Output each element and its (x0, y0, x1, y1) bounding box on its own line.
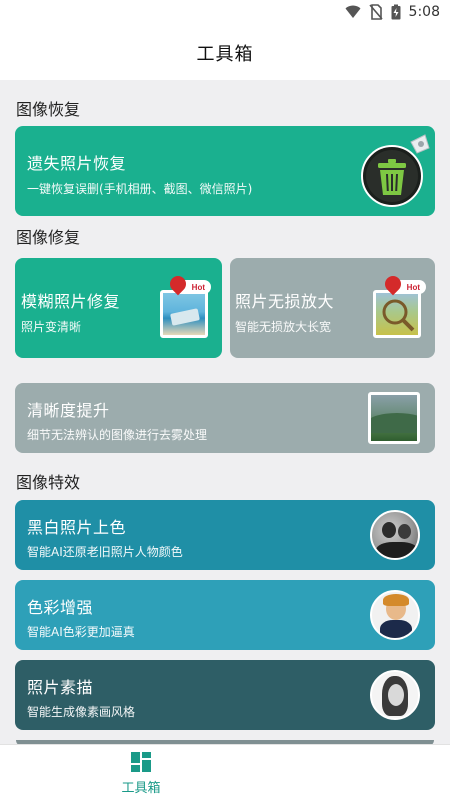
blur-photo-thumbnail (160, 290, 208, 338)
status-bar: 5:08 (0, 0, 450, 26)
card-blur-photo-repair[interactable]: 模糊照片修复 照片变清晰 Hot (15, 258, 222, 358)
nav-item-toolbox[interactable]: 工具箱 (115, 751, 167, 796)
magnifier-icon (382, 299, 415, 332)
section-title-repair: 图像修复 (16, 228, 81, 247)
portrait-avatar (370, 590, 420, 640)
section-title-effects: 图像特效 (16, 473, 81, 492)
battery-charging-icon (391, 4, 401, 20)
nav-label: 工具箱 (121, 781, 161, 796)
card-title: 清晰度提升 (27, 401, 110, 420)
card-subtitle: 智能生成像素画风格 (27, 705, 136, 719)
section-title-restore: 图像恢复 (16, 100, 81, 119)
card-title: 遗失照片恢复 (27, 154, 127, 173)
sketch-portrait-avatar (370, 670, 420, 720)
card-clarity-boost[interactable]: 清晰度提升 细节无法辨认的图像进行去雾处理 (15, 383, 435, 453)
card-title: 照片素描 (27, 678, 94, 697)
card-subtitle: 智能AI色彩更加逼真 (27, 625, 135, 639)
couple-photo-avatar (370, 510, 420, 560)
top-bar: 工具箱 (0, 26, 450, 80)
page-title: 工具箱 (196, 44, 254, 65)
wifi-icon (345, 5, 361, 18)
card-lost-photo-recovery[interactable]: 遗失照片恢复 一键恢复误删(手机相册、截图、微信照片) (15, 126, 435, 216)
card-bw-colorize[interactable]: 黑白照片上色 智能AI还原老旧照片人物颜色 (15, 500, 435, 570)
status-icons: 5:08 (345, 4, 440, 20)
hot-badge: Hot (381, 272, 426, 296)
status-time: 5:08 (408, 4, 440, 20)
card-subtitle: 智能无损放大长宽 (235, 320, 332, 334)
grid-icon (131, 752, 151, 772)
bottom-nav: 工具箱 (0, 744, 450, 800)
zoom-photo-thumbnail (373, 290, 421, 338)
card-color-enhance[interactable]: 色彩增强 智能AI色彩更加逼真 (15, 580, 435, 650)
card-photo-sketch[interactable]: 照片素描 智能生成像素画风格 (15, 660, 435, 730)
card-subtitle: 照片变清晰 (21, 320, 82, 334)
card-title: 黑白照片上色 (27, 518, 127, 537)
card-title: 照片无损放大 (235, 292, 335, 311)
no-sim-icon (368, 4, 383, 20)
card-title: 色彩增强 (27, 598, 94, 617)
card-subtitle: 一键恢复误删(手机相册、截图、微信照片) (27, 182, 253, 196)
hot-badge: Hot (166, 272, 211, 296)
recycle-bin-icon (361, 134, 430, 207)
content-area[interactable]: 图像恢复 遗失照片恢复 一键恢复误删(手机相册、截图、微信照片) 图像修复 模糊… (0, 80, 450, 744)
card-subtitle: 智能AI还原老旧照片人物颜色 (27, 545, 183, 559)
card-subtitle: 细节无法辨认的图像进行去雾处理 (27, 428, 208, 442)
clarity-photo-thumbnail (368, 392, 420, 444)
card-title: 模糊照片修复 (21, 292, 121, 311)
card-lossless-zoom[interactable]: 照片无损放大 智能无损放大长宽 Hot (230, 258, 435, 358)
